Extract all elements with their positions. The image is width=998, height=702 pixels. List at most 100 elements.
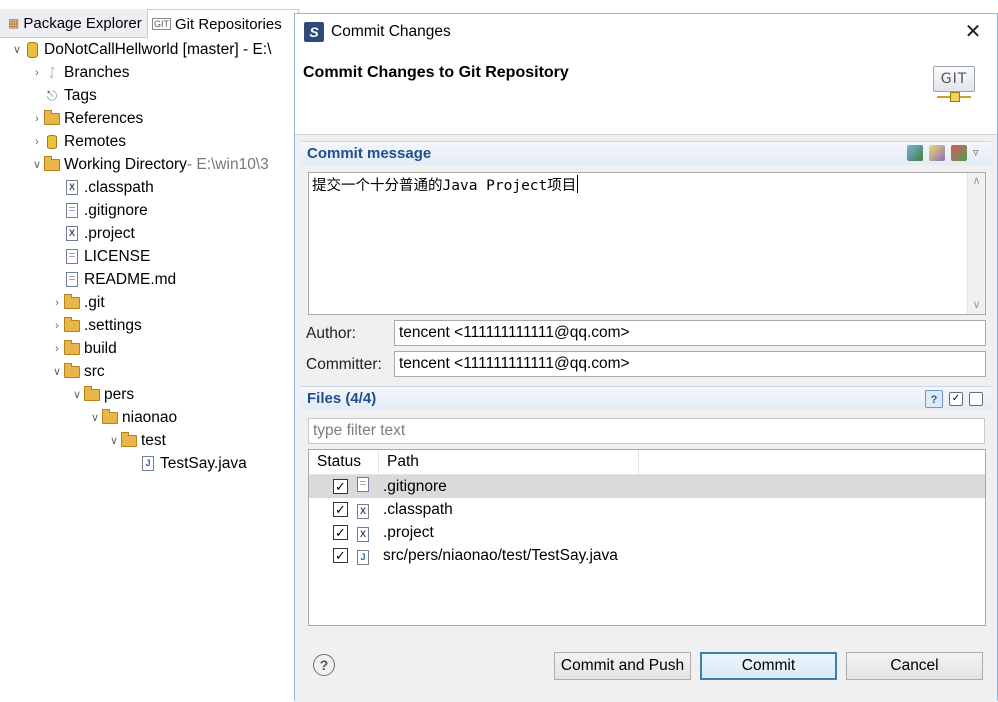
dialog-banner: Commit Changes to Git Repository GIT: [295, 50, 997, 135]
tree-item-tags[interactable]: ⎋ Tags: [30, 84, 97, 107]
tree-item-working-directory[interactable]: ∨ Working Directory - E:\win10\3: [30, 153, 269, 176]
folder-icon: [84, 385, 100, 403]
file-path: src/pers/niaonao/test/TestSay.java: [383, 546, 618, 564]
chevron-down-icon[interactable]: ∨: [10, 43, 24, 56]
commit-message-text: 提交一个十分普通的Java Project项目: [312, 178, 577, 194]
chevron-down-icon[interactable]: ▿: [973, 145, 983, 161]
folder-icon: [64, 339, 80, 357]
tab-label: Git Repositories: [175, 15, 282, 33]
files-section-header[interactable]: Files (4/4) ? ✓: [301, 386, 991, 410]
deselect-all-icon[interactable]: [969, 392, 983, 406]
column-header-path[interactable]: Path: [379, 450, 639, 474]
commit-button[interactable]: Commit: [700, 652, 837, 680]
files-table-header: Status Path: [309, 450, 985, 475]
tree-item-testsay-java[interactable]: J TestSay.java: [126, 452, 247, 475]
file-path: .project: [383, 523, 434, 541]
xml-file-icon: X: [357, 524, 369, 542]
git-repositories-icon: GIT: [152, 18, 171, 30]
chevron-right-icon[interactable]: ›: [30, 136, 44, 148]
tree-item-pers[interactable]: ∨ pers: [70, 383, 134, 406]
banner-title: Commit Changes to Git Repository: [303, 64, 569, 81]
tree-item-readme[interactable]: README.md: [50, 268, 176, 291]
text-file-icon: [64, 272, 80, 288]
text-file-icon: [357, 477, 369, 496]
compute-change-id-icon[interactable]: [951, 145, 967, 161]
committer-label: Committer:: [306, 356, 382, 373]
dialog-content: Commit message ▿ 提交一个十分普通的Java Project项目…: [295, 135, 997, 702]
tree-item-classpath[interactable]: X .classpath: [50, 176, 154, 199]
file-checkbox[interactable]: ✓: [333, 525, 348, 540]
amend-icon[interactable]: [929, 145, 945, 161]
tree-item-branches[interactable]: › ᛇ Branches: [30, 61, 129, 84]
folder-icon: [64, 362, 80, 380]
xml-file-icon: X: [64, 180, 80, 196]
vertical-scrollbar[interactable]: ∧ ∨: [967, 173, 985, 314]
tree-item-license[interactable]: LICENSE: [50, 245, 150, 268]
scroll-up-icon[interactable]: ∧: [968, 173, 985, 190]
chevron-right-icon[interactable]: ›: [50, 320, 64, 332]
folder-icon: [102, 408, 118, 426]
chevron-right-icon[interactable]: ›: [30, 67, 44, 79]
commit-and-push-button[interactable]: Commit and Push: [554, 652, 691, 680]
scroll-down-icon[interactable]: ∨: [968, 297, 985, 314]
tab-git-repositories[interactable]: GIT Git Repositories ✕: [147, 9, 303, 38]
cancel-button[interactable]: Cancel: [846, 652, 983, 680]
text-file-icon: [64, 203, 80, 219]
tree-item-references[interactable]: › References: [30, 107, 143, 130]
file-checkbox[interactable]: ✓: [333, 502, 348, 517]
tree-item-gitignore[interactable]: .gitignore: [50, 199, 148, 222]
file-checkbox[interactable]: ✓: [333, 548, 348, 563]
tree-item-src[interactable]: ∨ src: [50, 360, 105, 383]
tree-item-niaonao[interactable]: ∨ niaonao: [88, 406, 177, 429]
dialog-title-bar[interactable]: S Commit Changes ✕: [295, 14, 997, 50]
remotes-icon: [44, 134, 60, 150]
chevron-right-icon[interactable]: ›: [50, 343, 64, 355]
tab-package-explorer[interactable]: ▦ Package Explorer: [4, 9, 146, 37]
folder-icon: [44, 109, 60, 127]
branches-icon: ᛇ: [48, 65, 56, 80]
chevron-right-icon[interactable]: ›: [30, 113, 44, 125]
tree-item-git-folder[interactable]: › .git: [50, 291, 105, 314]
tree-item-settings[interactable]: › .settings: [50, 314, 142, 337]
tree-item-build[interactable]: › build: [50, 337, 117, 360]
show-untracked-icon[interactable]: ?: [925, 390, 943, 408]
chevron-down-icon[interactable]: ∨: [30, 158, 44, 171]
tree-item-test[interactable]: ∨ test: [107, 429, 166, 452]
committer-field[interactable]: tencent <111111111111@qq.com>: [394, 351, 986, 377]
author-field[interactable]: tencent <111111111111@qq.com>: [394, 320, 986, 346]
file-path: .gitignore: [383, 477, 447, 495]
dialog-title: Commit Changes: [331, 23, 451, 40]
java-file-icon: J: [357, 547, 369, 565]
chevron-down-icon[interactable]: ∨: [70, 388, 84, 401]
column-header-status[interactable]: Status: [309, 450, 379, 474]
tree-item-remotes[interactable]: › Remotes: [30, 130, 126, 153]
commit-message-input[interactable]: 提交一个十分普通的Java Project项目 ∧ ∨: [308, 172, 986, 315]
table-row[interactable]: ✓ .gitignore: [309, 475, 985, 498]
help-icon[interactable]: ?: [313, 654, 335, 676]
view-tab-bar: ▦ Package Explorer GIT Git Repositories …: [0, 9, 303, 38]
close-button[interactable]: ✕: [961, 20, 985, 44]
files-toolbar: ? ✓: [925, 390, 983, 408]
select-all-icon[interactable]: ✓: [949, 392, 963, 406]
table-row[interactable]: ✓ J src/pers/niaonao/test/TestSay.java: [309, 544, 985, 567]
table-row[interactable]: ✓ X .project: [309, 521, 985, 544]
xml-file-icon: X: [357, 501, 369, 519]
java-file-icon: J: [140, 456, 156, 472]
text-file-icon: [64, 249, 80, 265]
add-signed-off-icon[interactable]: [907, 145, 923, 161]
table-row[interactable]: ✓ X .classpath: [309, 498, 985, 521]
chevron-down-icon[interactable]: ∨: [88, 411, 102, 424]
tree-item-project[interactable]: X .project: [50, 222, 135, 245]
chevron-down-icon[interactable]: ∨: [107, 434, 121, 447]
chevron-down-icon[interactable]: ∨: [50, 365, 64, 378]
filter-input[interactable]: type filter text: [308, 418, 985, 444]
repository-icon: [24, 41, 40, 58]
commit-message-section-header[interactable]: Commit message ▿: [301, 141, 991, 165]
folder-icon: [44, 155, 60, 173]
file-checkbox[interactable]: ✓: [333, 479, 348, 494]
xml-file-icon: X: [64, 226, 80, 242]
chevron-right-icon[interactable]: ›: [50, 297, 64, 309]
tree-item-repository[interactable]: ∨ DoNotCallHellworld [master] - E:\: [10, 38, 271, 61]
tab-label: Package Explorer: [23, 14, 142, 32]
commit-message-toolbar: ▿: [907, 145, 983, 161]
